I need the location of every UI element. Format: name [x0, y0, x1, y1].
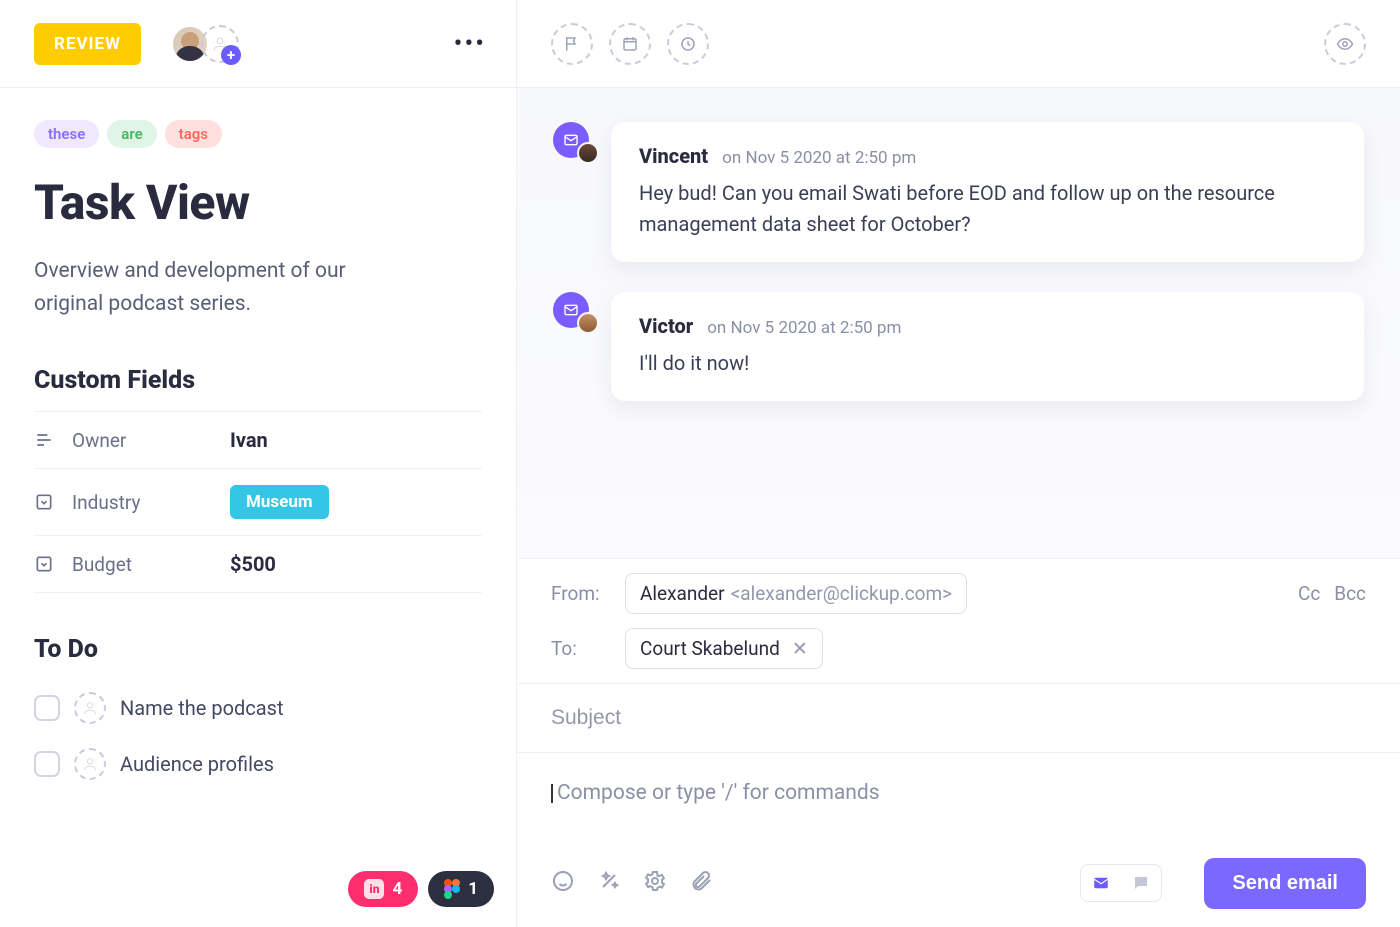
- message-bubble[interactable]: Vincent on Nov 5 2020 at 2:50 pm Hey bud…: [611, 122, 1364, 262]
- watch-button[interactable]: [1324, 23, 1366, 65]
- compose-placeholder: Compose or type '/' for commands: [557, 781, 880, 805]
- from-chip[interactable]: Alexander <alexander@clickup.com>: [625, 573, 967, 614]
- cc-button[interactable]: Cc: [1298, 582, 1320, 605]
- assign-button[interactable]: [74, 748, 106, 780]
- todo-item: Name the podcast: [34, 680, 482, 736]
- compose-body[interactable]: Compose or type '/' for commands: [517, 753, 1400, 863]
- checkbox[interactable]: [34, 751, 60, 777]
- invision-count: 4: [392, 879, 402, 899]
- custom-fields-table: Owner Ivan Industry Museum Budget $500: [34, 411, 482, 593]
- left-header: REVIEW + •••: [0, 0, 516, 88]
- to-row: To: Court Skabelund ✕: [517, 628, 1400, 683]
- date-button[interactable]: [609, 23, 651, 65]
- checkbox[interactable]: [34, 695, 60, 721]
- custom-fields-heading: Custom Fields: [34, 366, 482, 395]
- todo-label[interactable]: Name the podcast: [120, 696, 284, 720]
- emoji-button[interactable]: [551, 869, 575, 897]
- attach-button[interactable]: [689, 869, 713, 897]
- message-author: Victor: [639, 314, 693, 338]
- from-name: Alexander: [640, 582, 725, 605]
- remove-recipient-icon[interactable]: ✕: [792, 637, 808, 660]
- message: Vincent on Nov 5 2020 at 2:50 pm Hey bud…: [553, 122, 1364, 262]
- flag-button[interactable]: [551, 23, 593, 65]
- figma-icon: [444, 879, 460, 899]
- invision-pill[interactable]: in 4: [348, 871, 418, 907]
- dropdown-icon: [34, 554, 54, 574]
- email-composer: From: Alexander <alexander@clickup.com> …: [517, 558, 1400, 927]
- user-avatar-small: [577, 312, 599, 334]
- message-author: Vincent: [639, 144, 708, 168]
- task-description[interactable]: Overview and development of our original…: [34, 255, 414, 320]
- ai-button[interactable]: [597, 869, 621, 897]
- send-email-button[interactable]: Send email: [1204, 858, 1366, 909]
- mode-email[interactable]: [1081, 865, 1121, 901]
- custom-field-row: Industry Museum: [34, 469, 482, 536]
- attachments-pills: in 4 1: [348, 871, 494, 907]
- mode-toggle: [1080, 864, 1162, 902]
- cf-value[interactable]: $500: [230, 552, 276, 576]
- more-menu-button[interactable]: •••: [454, 29, 486, 59]
- message-body: Hey bud! Can you email Swati before EOD …: [639, 178, 1336, 240]
- cf-label: Owner: [72, 429, 212, 452]
- figma-count: 1: [468, 879, 478, 899]
- message-avatar[interactable]: [553, 122, 593, 158]
- from-email: <alexander@clickup.com>: [731, 582, 953, 605]
- right-panel: Vincent on Nov 5 2020 at 2:50 pm Hey bud…: [517, 0, 1400, 927]
- tag[interactable]: these: [34, 120, 99, 148]
- mode-comment[interactable]: [1121, 865, 1161, 901]
- settings-button[interactable]: [643, 869, 667, 897]
- message-time: on Nov 5 2020 at 2:50 pm: [722, 148, 916, 168]
- subject-input[interactable]: [551, 706, 1366, 730]
- custom-field-row: Owner Ivan: [34, 412, 482, 469]
- invision-icon: in: [364, 879, 384, 899]
- tag[interactable]: are: [107, 120, 156, 148]
- plus-icon: +: [221, 45, 241, 65]
- custom-field-row: Budget $500: [34, 536, 482, 593]
- add-assignee-button[interactable]: +: [201, 25, 239, 63]
- message: Victor on Nov 5 2020 at 2:50 pm I'll do …: [553, 292, 1364, 401]
- message-thread[interactable]: Vincent on Nov 5 2020 at 2:50 pm Hey bud…: [517, 88, 1400, 558]
- time-button[interactable]: [667, 23, 709, 65]
- cf-label: Industry: [72, 491, 212, 514]
- todo-item: Audience profiles: [34, 736, 482, 792]
- message-bubble[interactable]: Victor on Nov 5 2020 at 2:50 pm I'll do …: [611, 292, 1364, 401]
- message-time: on Nov 5 2020 at 2:50 pm: [707, 318, 901, 338]
- todo-heading: To Do: [34, 635, 482, 664]
- cf-value-chip[interactable]: Museum: [230, 485, 329, 519]
- text-lines-icon: [34, 430, 54, 450]
- tags-row: these are tags: [34, 120, 482, 148]
- to-name: Court Skabelund: [640, 637, 780, 660]
- task-title[interactable]: Task View: [34, 174, 482, 231]
- cf-value[interactable]: Ivan: [230, 428, 268, 452]
- to-label: To:: [551, 637, 607, 660]
- from-label: From:: [551, 582, 607, 605]
- figma-pill[interactable]: 1: [428, 871, 494, 907]
- bcc-button[interactable]: Bcc: [1334, 582, 1366, 605]
- user-avatar-small: [577, 142, 599, 164]
- todo-label[interactable]: Audience profiles: [120, 752, 274, 776]
- cf-label: Budget: [72, 553, 212, 576]
- tag[interactable]: tags: [165, 120, 222, 148]
- from-row: From: Alexander <alexander@clickup.com> …: [517, 559, 1400, 628]
- right-header: [517, 0, 1400, 88]
- message-body: I'll do it now!: [639, 348, 1336, 379]
- left-panel: REVIEW + ••• these are tags Task View Ov…: [0, 0, 517, 927]
- status-badge[interactable]: REVIEW: [34, 23, 141, 65]
- assign-button[interactable]: [74, 692, 106, 724]
- dropdown-icon: [34, 492, 54, 512]
- message-avatar[interactable]: [553, 292, 593, 328]
- assignees: +: [171, 25, 239, 63]
- to-chip[interactable]: Court Skabelund ✕: [625, 628, 823, 669]
